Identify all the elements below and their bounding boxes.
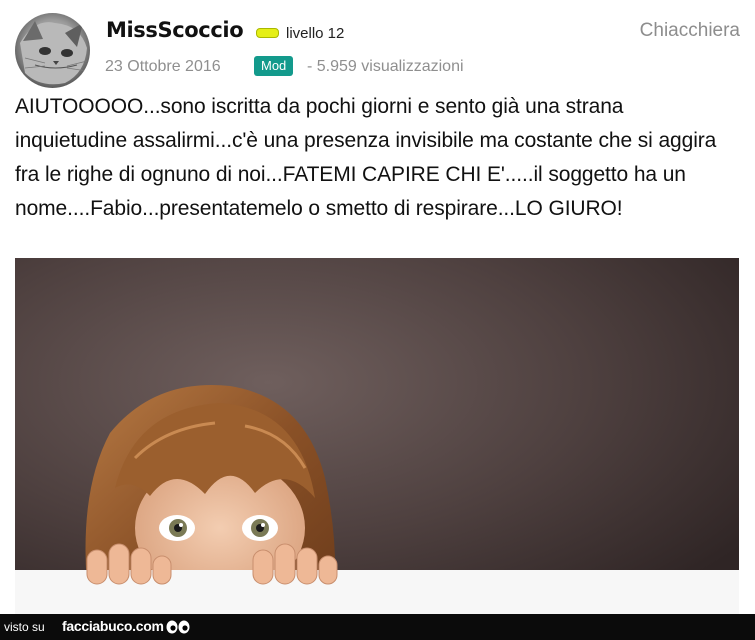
footer-bar: visto su facciabuco.com [0,614,755,640]
cat-avatar-icon [15,13,90,88]
mod-badge: Mod [254,56,294,76]
eyes-icon [166,619,190,640]
user-avatar[interactable] [15,13,90,88]
username-link[interactable]: MissScoccio [106,18,244,42]
post-text: AIUTOOOOO...sono iscritta da pochi giorn… [15,95,717,220]
post-date: 23 Ottobre 2016 [105,58,221,75]
category-link[interactable]: Chiacchiera [640,20,740,42]
view-count: - 5.959 visualizzazioni [307,58,464,75]
level-bar-icon [256,28,279,38]
footer-prefix: visto su [4,620,45,634]
peeking-girl-image [15,258,739,614]
post-card: MissScoccio livello 12 Chiacchiera 23 Ot… [0,0,755,614]
site-logo-link[interactable]: facciabuco.com [62,618,164,634]
user-level: livello 12 [286,25,345,42]
post-image[interactable] [15,258,739,614]
